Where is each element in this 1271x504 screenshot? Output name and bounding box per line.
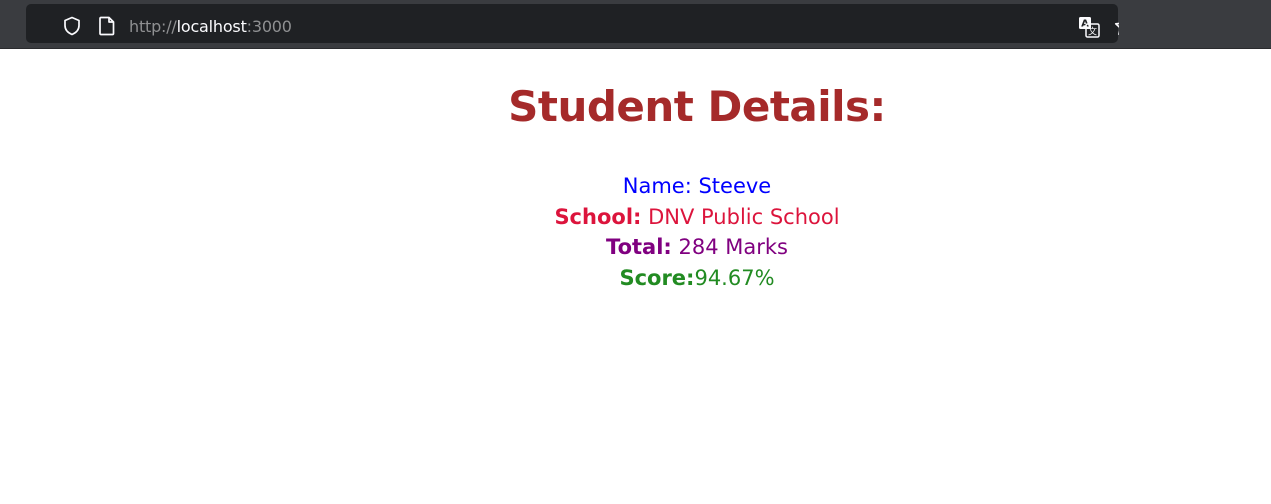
address-bar[interactable]: http://localhost:3000 A 文 [26,4,1135,43]
browser-toolbar: http://localhost:3000 A 文 [0,0,1271,49]
name-row: Name: Steeve [397,171,997,202]
toolbar-right-area [1119,0,1271,48]
url-scheme: http:// [129,17,177,36]
page-title: Student Details: [508,82,886,131]
school-value: DNV Public School [641,204,840,229]
url-port: :3000 [246,17,292,36]
school-row: School: DNV Public School [397,202,997,233]
total-row: Total: 284 Marks [397,232,997,263]
student-details: Name: Steeve School: DNV Public School T… [397,171,997,293]
score-value: 94.67% [694,265,775,290]
svg-text:文: 文 [1088,26,1097,38]
score-row: Score:94.67% [397,263,997,294]
translate-icon[interactable]: A 文 [1078,16,1100,38]
url-text[interactable]: http://localhost:3000 [129,17,292,36]
name-value: Steeve [691,174,772,198]
shield-icon[interactable] [62,16,82,36]
page-icon[interactable] [98,16,116,36]
total-value: 284 Marks [671,235,788,259]
name-label: Name: [622,174,692,198]
score-label: Score: [619,265,695,290]
page-content: Student Details: Name: Steeve School: DN… [0,49,1271,504]
url-host: localhost [176,17,247,36]
school-label: School: [554,204,642,229]
total-label: Total: [606,235,672,259]
